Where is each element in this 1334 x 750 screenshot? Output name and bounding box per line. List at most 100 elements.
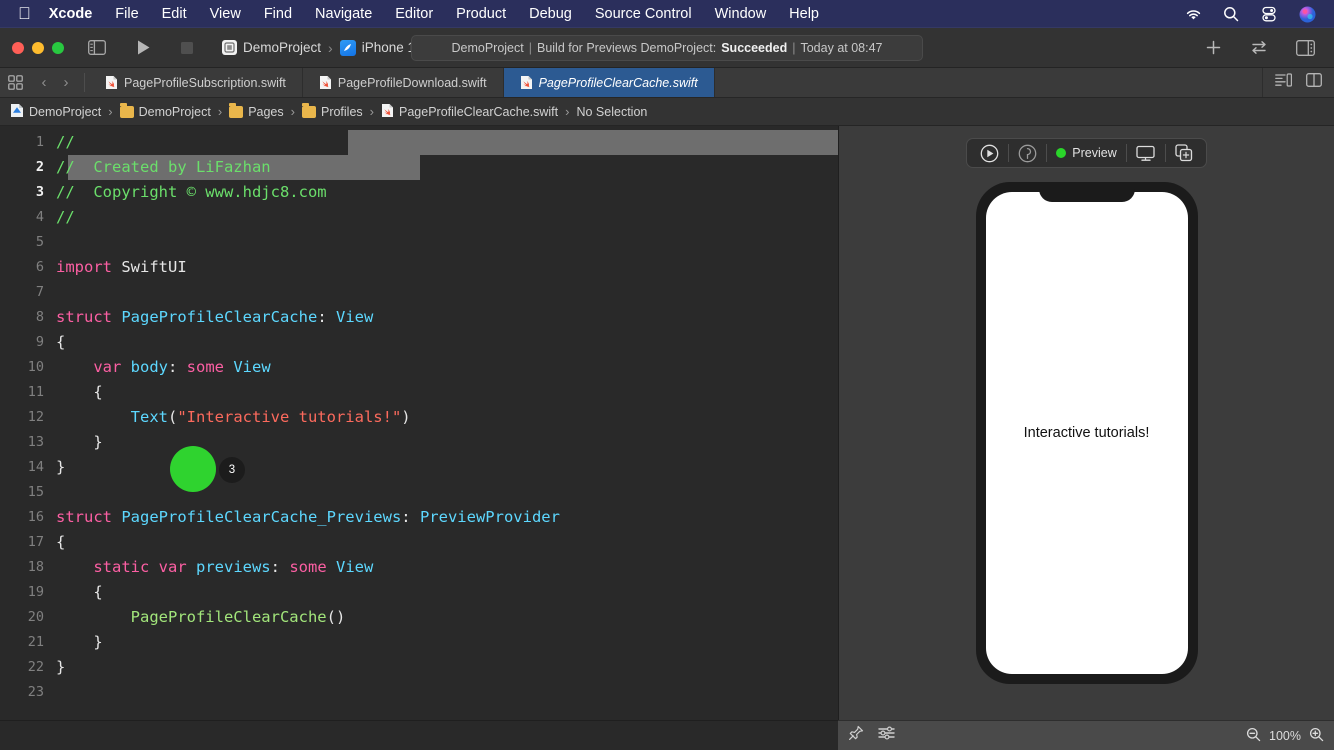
menu-item-xcode[interactable]: Xcode (49, 6, 93, 22)
toolbar-right-controls (1200, 36, 1322, 60)
menu-item-source-control[interactable]: Source Control (595, 6, 692, 22)
menu-item-edit[interactable]: Edit (162, 6, 187, 22)
go-forward-button[interactable]: › (56, 70, 76, 96)
menu-item-file[interactable]: File (115, 6, 138, 22)
menu-item-find[interactable]: Find (264, 6, 292, 22)
source-code-editor[interactable]: 1 // 2 // Created by LiFazhan 3 // Copyr… (0, 126, 838, 720)
run-button[interactable] (130, 36, 156, 60)
preview-status-button[interactable]: Preview (1047, 140, 1125, 166)
split-editor-icon[interactable] (1306, 73, 1322, 92)
tab-label: PageProfileSubscription.swift (124, 75, 286, 90)
swift-file-icon (520, 75, 533, 90)
line-number: 18 (27, 559, 44, 575)
breadcrumb-item-demoproject-folder[interactable]: DemoProject (119, 103, 211, 119)
display-icon[interactable] (1127, 140, 1165, 166)
breadcrumb-item-file[interactable]: PageProfileClearCache.swift (381, 103, 558, 121)
navigator-toggle-button[interactable] (84, 36, 110, 60)
xcode-toolbar: DemoProject › iPhone 12 DemoProject | Bu… (0, 28, 1334, 68)
tab-page-profile-subscription[interactable]: PageProfileSubscription.swift (89, 68, 303, 97)
menu-item-view[interactable]: View (210, 6, 241, 22)
menu-item-navigate[interactable]: Navigate (315, 6, 372, 22)
code-punct: : (317, 308, 336, 326)
zoom-in-icon[interactable] (1309, 727, 1324, 745)
code-comment: // Copyright © www.hdjc8.com (56, 183, 327, 201)
line-number: 4 (35, 209, 44, 225)
scheme-separator: › (328, 39, 333, 56)
stop-button[interactable] (174, 36, 200, 60)
pin-icon[interactable] (848, 725, 864, 746)
code-keyword: var (93, 358, 122, 376)
breadcrumb-item-project-root[interactable]: DemoProject (10, 103, 101, 121)
device-notch (1038, 182, 1135, 202)
code-brace: } (93, 633, 103, 651)
folder-icon (229, 103, 244, 118)
breadcrumb-item-pages[interactable]: Pages (229, 103, 284, 119)
breadcrumb-label: DemoProject (138, 104, 211, 119)
control-center-icon[interactable] (1260, 5, 1278, 23)
minimize-window-button[interactable] (32, 41, 44, 54)
menu-item-help[interactable]: Help (789, 6, 819, 22)
tab-page-profile-clear-cache[interactable]: PageProfileClearCache.swift (503, 68, 715, 97)
zoom-window-button[interactable] (52, 41, 64, 54)
apple-logo-icon[interactable]:  (18, 5, 31, 22)
preview-device-frame[interactable]: Interactive tutorials! (975, 182, 1198, 684)
menu-item-product[interactable]: Product (456, 6, 506, 22)
sliders-icon[interactable] (878, 726, 895, 745)
preview-toolbar: Preview (966, 138, 1207, 168)
wifi-icon[interactable] (1184, 5, 1202, 23)
menu-item-debug[interactable]: Debug (529, 6, 572, 22)
menu-item-editor[interactable]: Editor (395, 6, 433, 22)
minimap-icon[interactable] (1275, 73, 1292, 92)
breadcrumb-separator: › (290, 104, 295, 119)
code-brace: { (56, 333, 66, 351)
zoom-out-icon[interactable] (1246, 727, 1261, 745)
macos-menu-bar:  Xcode File Edit View Find Navigate Edi… (0, 0, 1334, 28)
line-number: 15 (27, 484, 44, 500)
code-punct: : (270, 558, 290, 576)
breadcrumb-separator: › (108, 104, 113, 119)
editor-bottom-pad (0, 720, 838, 750)
code-comment: // (56, 133, 75, 151)
play-circle-icon[interactable] (971, 140, 1008, 166)
add-icon[interactable] (1200, 36, 1226, 60)
code-comment: // Created by LiFazhan (56, 158, 271, 176)
editor-preview-split: 1 // 2 // Created by LiFazhan 3 // Copyr… (0, 126, 1334, 720)
duplicate-icon[interactable] (1166, 140, 1202, 166)
code-keyword-some: some (186, 358, 224, 376)
line-number: 5 (35, 234, 44, 250)
code-line: 3 // Copyright © www.hdjc8.com (0, 180, 838, 205)
breadcrumb-separator: › (565, 104, 570, 119)
breadcrumb-item-selection[interactable]: No Selection (576, 105, 647, 119)
tabbar-divider (84, 73, 85, 92)
spotlight-search-icon[interactable] (1222, 5, 1240, 23)
zoom-level-label: 100% (1269, 728, 1301, 743)
menu-item-window[interactable]: Window (715, 6, 767, 22)
preview-status-dot (1056, 148, 1067, 158)
siri-icon[interactable] (1298, 5, 1316, 23)
swap-arrows-icon[interactable] (1246, 36, 1272, 60)
close-window-button[interactable] (12, 41, 24, 54)
code-brace: { (93, 383, 103, 401)
code-line: 8 struct PageProfileClearCache: View (0, 305, 838, 330)
build-status-bar[interactable]: DemoProject | Build for Previews DemoPro… (411, 34, 923, 61)
swift-file-icon (319, 75, 332, 90)
code-lines: 1 // 2 // Created by LiFazhan 3 // Copyr… (0, 126, 838, 705)
code-line: 9 { (0, 330, 838, 355)
scheme-project-label: DemoProject (243, 40, 322, 55)
go-back-button[interactable]: ‹ (34, 70, 54, 96)
code-line: 18 static var previews: some View (0, 555, 838, 580)
inspect-circle-icon[interactable] (1009, 140, 1046, 166)
line-number: 9 (35, 334, 44, 350)
tab-page-profile-download[interactable]: PageProfileDownload.swift (303, 68, 504, 97)
inspector-panel-icon[interactable] (1292, 36, 1318, 60)
code-line: 14 } (0, 455, 838, 480)
code-line: 5 (0, 230, 838, 255)
preview-bottom-bar: 100% (838, 720, 1334, 750)
tab-grid-icon[interactable] (0, 68, 30, 97)
preview-device-screen[interactable]: Interactive tutorials! (985, 192, 1188, 674)
scheme-selector[interactable]: DemoProject › iPhone 12 (222, 39, 423, 56)
breadcrumb-item-profiles[interactable]: Profiles (301, 103, 363, 119)
line-number: 19 (27, 584, 44, 600)
editor-tab-bar: ‹ › PageProfileSubscription.swift PagePr… (0, 68, 1334, 98)
project-icon (222, 40, 237, 55)
